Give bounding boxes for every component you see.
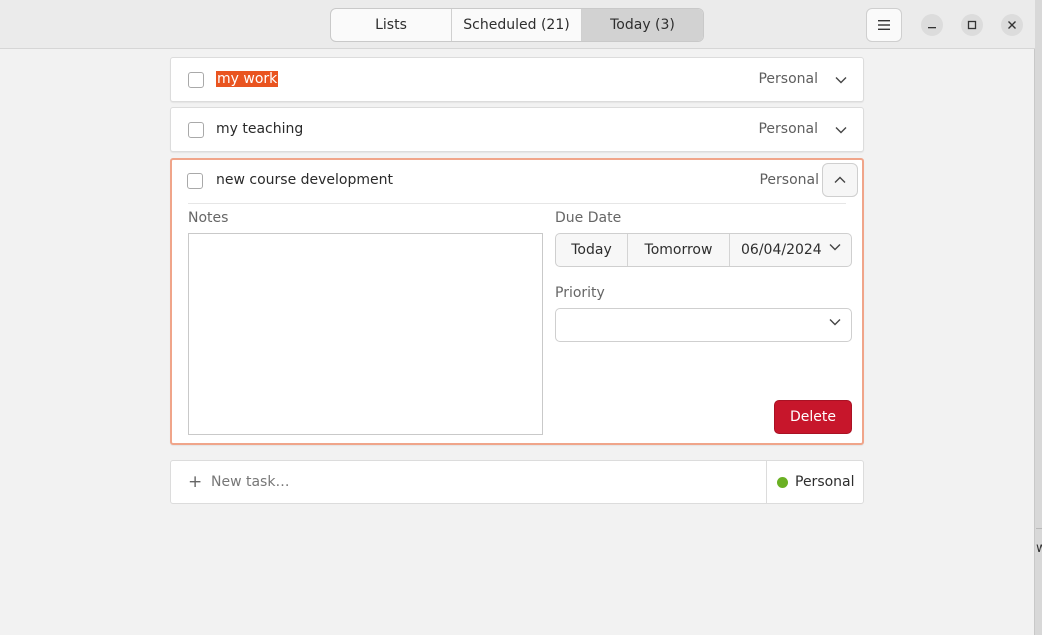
tab-lists[interactable]: Lists (331, 9, 452, 41)
app-window: Lists Scheduled (21) Today (3) my work P… (0, 0, 1035, 635)
new-task-row: + New task… Personal (170, 460, 864, 504)
expand-button[interactable] (831, 120, 851, 140)
new-task-input[interactable]: New task… (211, 474, 289, 490)
minimize-icon (928, 27, 936, 29)
list-selector-label: Personal (795, 474, 855, 490)
due-date-value: 06/04/2024 (741, 242, 822, 258)
task-title[interactable]: my work (216, 71, 279, 87)
task-row-header[interactable]: my work Personal (171, 58, 863, 102)
due-today-button[interactable]: Today (556, 234, 628, 266)
list-color-dot-icon (777, 476, 788, 488)
task-checkbox[interactable] (187, 173, 203, 189)
maximize-icon (967, 20, 977, 30)
task-row-header[interactable]: new course development Personal (172, 160, 862, 204)
main-menu-button[interactable] (866, 8, 902, 42)
minimize-button[interactable] (921, 14, 943, 36)
notes-textarea[interactable] (188, 233, 543, 435)
close-icon (1008, 21, 1016, 29)
chevron-down-icon (835, 127, 847, 134)
notes-label: Notes (188, 210, 229, 226)
task-title[interactable]: my teaching (216, 121, 303, 137)
view-switcher: Lists Scheduled (21) Today (3) (330, 8, 704, 42)
task-checkbox[interactable] (188, 122, 204, 138)
due-tomorrow-button[interactable]: Tomorrow (628, 234, 730, 266)
task-row-header[interactable]: my teaching Personal (171, 108, 863, 152)
background-window-edge: w (1036, 528, 1042, 568)
collapse-button[interactable] (822, 163, 858, 197)
task-row: my work Personal (170, 57, 864, 102)
divider (188, 203, 846, 204)
tab-scheduled[interactable]: Scheduled (21) (452, 9, 582, 41)
hamburger-menu-icon (878, 20, 890, 30)
priority-label: Priority (555, 285, 605, 301)
chevron-up-icon (834, 176, 846, 183)
task-title[interactable]: new course development (216, 172, 393, 188)
tab-today[interactable]: Today (3) (582, 9, 703, 41)
due-date-dropdown[interactable]: 06/04/2024 (730, 234, 851, 266)
expand-button[interactable] (831, 70, 851, 90)
header-bar: Lists Scheduled (21) Today (3) (0, 0, 1035, 49)
list-selector[interactable]: Personal (766, 461, 863, 503)
chevron-down-icon (835, 77, 847, 84)
task-list-name: Personal (758, 71, 818, 87)
task-list-name: Personal (759, 172, 819, 188)
priority-dropdown[interactable] (555, 308, 852, 342)
due-date-selector: Today Tomorrow 06/04/2024 (555, 233, 852, 267)
task-row-expanded: new course development Personal Notes Du… (170, 158, 864, 445)
background-window-text: w (1036, 541, 1042, 556)
task-list-name: Personal (758, 121, 818, 137)
due-date-label: Due Date (555, 210, 622, 226)
task-checkbox[interactable] (188, 72, 204, 88)
close-button[interactable] (1001, 14, 1023, 36)
plus-icon: + (188, 472, 203, 492)
delete-button[interactable]: Delete (774, 400, 852, 434)
chevron-down-icon (829, 319, 841, 326)
chevron-down-icon (829, 244, 841, 251)
maximize-button[interactable] (961, 14, 983, 36)
task-row: my teaching Personal (170, 107, 864, 152)
